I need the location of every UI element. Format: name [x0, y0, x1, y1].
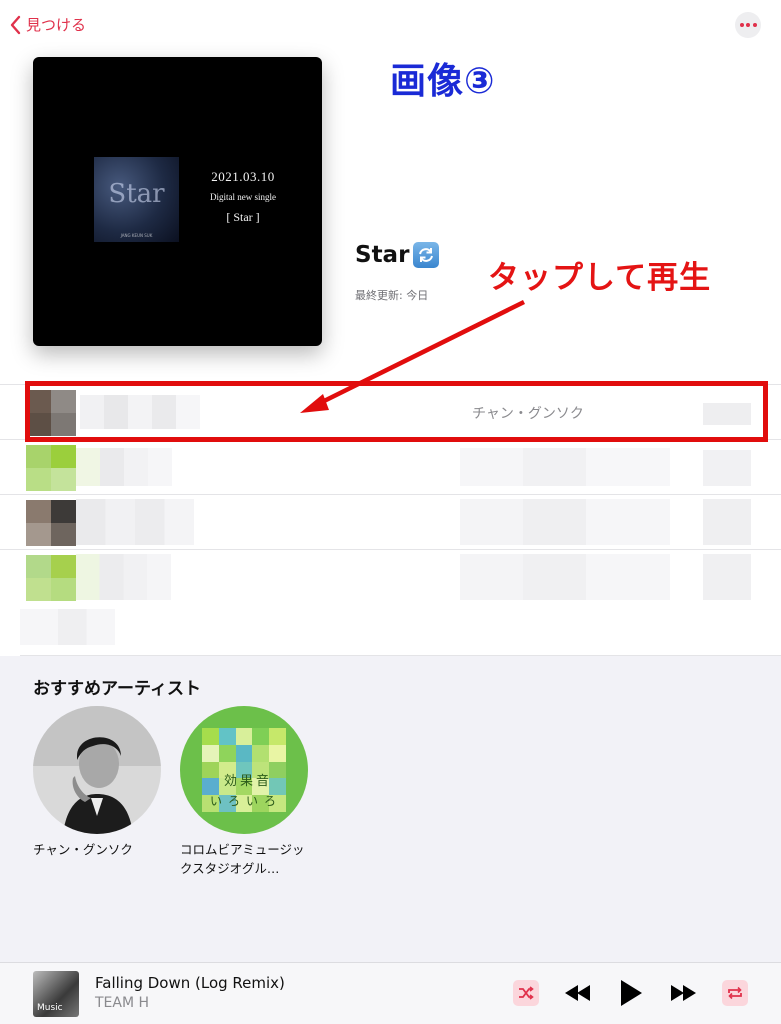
- track-artist-blurred: [460, 448, 670, 486]
- artist-name: チャン・グンソク: [33, 842, 133, 857]
- more-button[interactable]: [735, 12, 761, 38]
- rewind-button[interactable]: [563, 981, 593, 1005]
- playlist-title: Star: [355, 242, 440, 268]
- back-label: 見つける: [26, 16, 87, 34]
- now-playing-artist: TEAM H: [95, 995, 150, 1011]
- track-row[interactable]: [0, 439, 781, 494]
- artist-card[interactable]: チャン・グンソク: [33, 706, 173, 859]
- playlist-title-text: Star: [355, 242, 410, 268]
- track-duration-blurred: [703, 499, 751, 545]
- track-list: チャン・グンソク: [0, 384, 781, 604]
- rewind-icon: [565, 985, 590, 1001]
- now-playing-title: Falling Down (Log Remix): [95, 974, 285, 992]
- track-row[interactable]: チャン・グンソク: [0, 384, 781, 439]
- effects-art-line2: いろいろ: [210, 794, 283, 808]
- track-title-blurred: [76, 554, 171, 600]
- cover-subtitle: Digital new single: [210, 192, 276, 202]
- section-heading: おすすめアーティスト: [33, 679, 201, 699]
- track-row[interactable]: [0, 494, 781, 549]
- artist-name: コロムビアミュージックスタジオグル…: [180, 842, 305, 876]
- track-title-blurred: [76, 499, 194, 545]
- track-title-blurred: [80, 395, 200, 429]
- fast-forward-button[interactable]: [669, 981, 699, 1005]
- repeat-button[interactable]: [722, 980, 748, 1006]
- avatar: 効果音 いろいろ: [180, 706, 308, 834]
- track-duration-blurred: [703, 450, 751, 486]
- shuffle-button[interactable]: [513, 980, 539, 1006]
- cover-title: [ Star ]: [226, 210, 260, 224]
- fast-forward-icon: [671, 985, 696, 1001]
- track-artist-blurred: [460, 554, 670, 600]
- track-title-blurred: [76, 448, 172, 486]
- cover-text: 2021.03.10 Digital new single [ Star ]: [193, 169, 293, 225]
- track-artwork: [26, 390, 76, 436]
- cover-star-art: Star JANG KEUN SUK: [94, 157, 179, 242]
- track-artist: チャン・グンソク: [472, 406, 584, 422]
- play-icon: [621, 980, 642, 1006]
- effects-art-line1: 効果音: [224, 774, 273, 789]
- more-icon: [739, 23, 744, 27]
- track-duration-blurred: [703, 554, 751, 600]
- artist-card[interactable]: 効果音 いろいろ コロムビアミュージックスタジオグル…: [180, 706, 320, 878]
- back-button[interactable]: 見つける: [10, 14, 86, 35]
- now-playing-artwork: Music: [33, 971, 79, 1017]
- track-artist-blurred: [460, 499, 670, 545]
- cover-art-small-text: JANG KEUN SUK: [120, 233, 153, 238]
- avatar: [33, 706, 161, 834]
- cover-date: 2021.03.10: [211, 169, 275, 184]
- sync-icon: [413, 242, 440, 268]
- list-footer-blurred: [20, 609, 115, 645]
- cover-art-word: Star: [108, 179, 165, 209]
- shuffle-icon: [519, 986, 534, 1000]
- annotation-title: 画像③: [390, 61, 496, 102]
- repeat-icon: [728, 986, 742, 1000]
- annotation-tap-hint: タップして再生: [488, 260, 712, 296]
- track-artwork: [26, 500, 76, 546]
- track-artwork: [26, 555, 76, 601]
- chevron-left-icon: [10, 15, 21, 34]
- now-playing-art-text: Music: [37, 1003, 63, 1013]
- track-row[interactable]: [0, 549, 781, 604]
- playlist-artwork[interactable]: Star JANG KEUN SUK 2021.03.10 Digital ne…: [33, 57, 322, 346]
- playlist-updated: 最終更新: 今日: [355, 289, 429, 302]
- track-duration-blurred: [703, 403, 751, 425]
- mini-player[interactable]: Music Falling Down (Log Remix) TEAM H: [0, 962, 781, 1024]
- play-button[interactable]: [616, 977, 646, 1009]
- track-artwork: [26, 445, 76, 491]
